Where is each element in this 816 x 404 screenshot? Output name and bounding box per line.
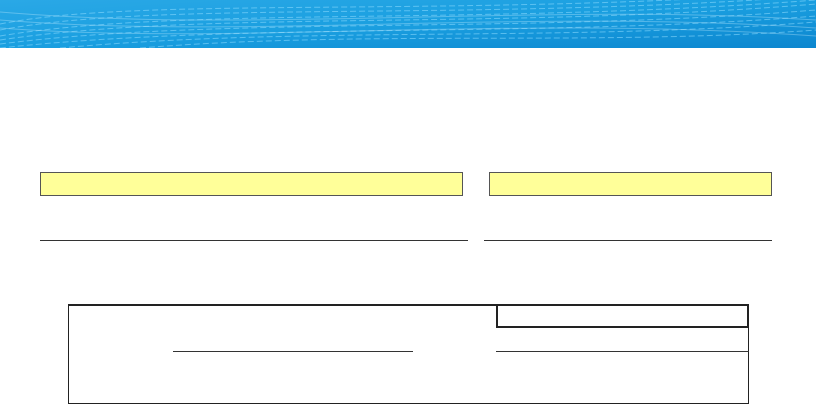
box-line-left[interactable]	[173, 351, 413, 352]
signature-box	[68, 304, 749, 404]
field-right-input[interactable]	[490, 173, 771, 195]
top-right-field[interactable]	[496, 304, 749, 328]
line-left[interactable]	[40, 240, 468, 241]
wave-pattern-graphic	[0, 0, 816, 48]
header-banner	[0, 0, 816, 48]
field-left[interactable]	[40, 172, 463, 196]
line-right[interactable]	[484, 240, 772, 241]
box-line-right[interactable]	[496, 351, 749, 352]
field-right[interactable]	[489, 172, 772, 196]
field-left-input[interactable]	[41, 173, 462, 195]
